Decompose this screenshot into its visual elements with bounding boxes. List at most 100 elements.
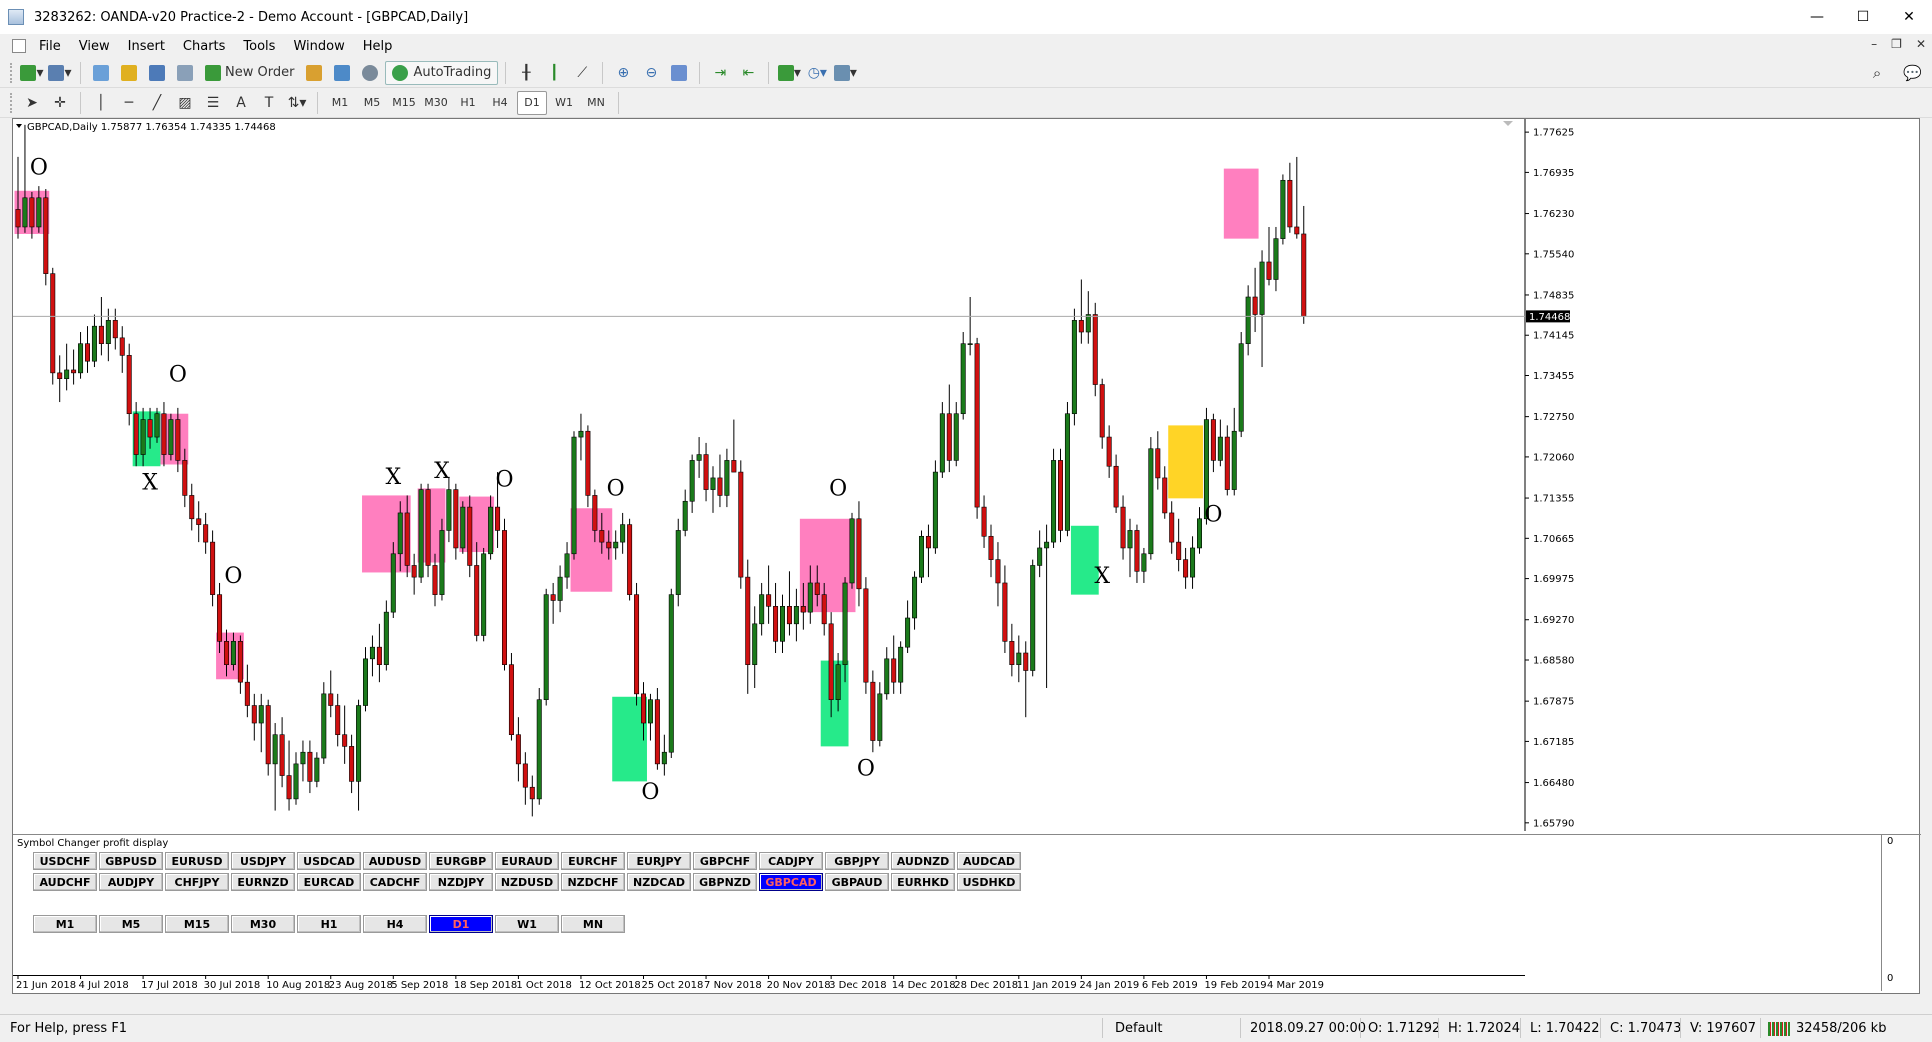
chart-document-icon[interactable] xyxy=(12,39,26,53)
timeframe-m30[interactable]: M30 xyxy=(421,91,451,115)
timeframe-mn[interactable]: MN xyxy=(581,91,611,115)
panel-timeframe-m5[interactable]: M5 xyxy=(99,915,163,933)
panel-timeframe-d1[interactable]: D1 xyxy=(429,915,493,933)
timeframe-h1[interactable]: H1 xyxy=(453,91,483,115)
minimize-button[interactable]: — xyxy=(1794,0,1840,34)
data-window-icon[interactable] xyxy=(116,61,142,85)
chart-shift-icon[interactable]: ⇤ xyxy=(735,61,761,85)
symbol-button-gbpcad[interactable]: GBPCAD xyxy=(759,873,823,891)
crosshair-icon[interactable]: ✛ xyxy=(47,91,73,115)
panel-timeframe-w1[interactable]: W1 xyxy=(495,915,559,933)
price-chart-svg[interactable]: O O X O X X O O O O O X O 1.77625 1.76935 1.76230 1.755… xyxy=(13,119,1921,831)
timeframe-d1[interactable]: D1 xyxy=(517,90,547,115)
symbol-button-eurjpy[interactable]: EURJPY xyxy=(627,852,691,870)
timeframe-m5[interactable]: M5 xyxy=(357,91,387,115)
periods-icon[interactable]: ◷▾ xyxy=(804,61,830,85)
text-icon[interactable]: A xyxy=(228,91,254,115)
timeframe-m1[interactable]: M1 xyxy=(325,91,355,115)
symbol-button-euraud[interactable]: EURAUD xyxy=(495,852,559,870)
new-chart-icon[interactable]: ▾ xyxy=(19,61,45,85)
symbol-button-nzdusd[interactable]: NZDUSD xyxy=(495,873,559,891)
bar-chart-icon[interactable]: ╂ xyxy=(513,61,539,85)
metaeditor-icon[interactable] xyxy=(301,61,327,85)
chart-shift-marker-icon[interactable] xyxy=(1503,121,1513,126)
symbol-button-eurchf[interactable]: EURCHF xyxy=(561,852,625,870)
close-button[interactable]: ✕ xyxy=(1886,0,1932,34)
panel-timeframe-h1[interactable]: H1 xyxy=(297,915,361,933)
trendline-icon[interactable]: ╱ xyxy=(144,91,170,115)
maximize-button[interactable]: ☐ xyxy=(1840,0,1886,34)
symbol-button-cadjpy[interactable]: CADJPY xyxy=(759,852,823,870)
menu-window[interactable]: Window xyxy=(284,39,353,54)
vertical-line-icon[interactable]: │ xyxy=(88,91,114,115)
symbol-button-usdhkd[interactable]: USDHKD xyxy=(957,873,1021,891)
fibonacci-icon[interactable]: ☰ xyxy=(200,91,226,115)
arrows-icon[interactable]: ⇅▾ xyxy=(284,91,310,115)
symbol-button-audnzd[interactable]: AUDNZD xyxy=(891,852,955,870)
status-profile[interactable]: Default xyxy=(1115,1021,1163,1036)
symbol-button-eurnzd[interactable]: EURNZD xyxy=(231,873,295,891)
symbol-button-audjpy[interactable]: AUDJPY xyxy=(99,873,163,891)
panel-timeframe-mn[interactable]: MN xyxy=(561,915,625,933)
price-chart[interactable]: O O X O X X O O O O O X O 1.77625 1.76935 1.76230 1.755… xyxy=(13,119,1921,831)
zoom-out-icon[interactable]: ⊖ xyxy=(638,61,664,85)
timeframe-h4[interactable]: H4 xyxy=(485,91,515,115)
mdi-restore-button[interactable]: ❐ xyxy=(1891,37,1902,51)
symbol-button-gbpchf[interactable]: GBPCHF xyxy=(693,852,757,870)
symbol-button-gbpnzd[interactable]: GBPNZD xyxy=(693,873,757,891)
search-icon[interactable]: ⌕ xyxy=(1873,64,1881,82)
chat-icon[interactable]: 💬 xyxy=(1903,64,1922,82)
autotrading-button[interactable]: AutoTrading xyxy=(385,60,499,85)
menu-tools[interactable]: Tools xyxy=(234,39,284,54)
panel-timeframe-m1[interactable]: M1 xyxy=(33,915,97,933)
candlestick-chart-icon[interactable]: ┃ xyxy=(541,61,567,85)
timeframe-w1[interactable]: W1 xyxy=(549,91,579,115)
symbol-button-eurcad[interactable]: EURCAD xyxy=(297,873,361,891)
navigator-icon[interactable] xyxy=(144,61,170,85)
symbol-button-usdcad[interactable]: USDCAD xyxy=(297,852,361,870)
horizontal-line-icon[interactable]: ─ xyxy=(116,91,142,115)
mdi-close-button[interactable]: ✕ xyxy=(1916,37,1926,51)
channel-icon[interactable]: ▨ xyxy=(172,91,198,115)
symbol-button-nzdchf[interactable]: NZDCHF xyxy=(561,873,625,891)
indicators-icon[interactable]: ▾ xyxy=(776,61,802,85)
menu-file[interactable]: File xyxy=(30,39,70,54)
profiles-icon[interactable]: ▾ xyxy=(47,61,73,85)
cursor-icon[interactable]: ➤ xyxy=(19,91,45,115)
toolbar-grip[interactable] xyxy=(10,92,14,113)
symbol-button-chfjpy[interactable]: CHFJPY xyxy=(165,873,229,891)
symbol-button-nzdcad[interactable]: NZDCAD xyxy=(627,873,691,891)
menu-insert[interactable]: Insert xyxy=(119,39,174,54)
menu-help[interactable]: Help xyxy=(354,39,402,54)
panel-timeframe-m15[interactable]: M15 xyxy=(165,915,229,933)
panel-timeframe-h4[interactable]: H4 xyxy=(363,915,427,933)
symbol-button-usdjpy[interactable]: USDJPY xyxy=(231,852,295,870)
symbol-button-cadchf[interactable]: CADCHF xyxy=(363,873,427,891)
text-label-icon[interactable]: T xyxy=(256,91,282,115)
mdi-minimize-button[interactable]: – xyxy=(1871,37,1877,51)
market-watch-icon[interactable] xyxy=(88,61,114,85)
timeframe-m15[interactable]: M15 xyxy=(389,91,419,115)
toolbar-grip[interactable] xyxy=(10,62,14,83)
symbol-button-nzdjpy[interactable]: NZDJPY xyxy=(429,873,493,891)
menu-charts[interactable]: Charts xyxy=(174,39,235,54)
symbol-button-eurhkd[interactable]: EURHKD xyxy=(891,873,955,891)
terminal-icon[interactable] xyxy=(172,61,198,85)
symbol-button-eurgbp[interactable]: EURGBP xyxy=(429,852,493,870)
zoom-in-icon[interactable]: ⊕ xyxy=(610,61,636,85)
tile-windows-icon[interactable] xyxy=(666,61,692,85)
market-icon[interactable] xyxy=(357,61,383,85)
auto-scroll-icon[interactable]: ⇥ xyxy=(707,61,733,85)
symbol-button-audchf[interactable]: AUDCHF xyxy=(33,873,97,891)
symbol-button-gbpaud[interactable]: GBPAUD xyxy=(825,873,889,891)
line-chart-icon[interactable]: ⟋ xyxy=(569,61,595,85)
panel-timeframe-m30[interactable]: M30 xyxy=(231,915,295,933)
templates-icon[interactable]: ▾ xyxy=(832,61,858,85)
symbol-button-audusd[interactable]: AUDUSD xyxy=(363,852,427,870)
symbol-button-gbpjpy[interactable]: GBPJPY xyxy=(825,852,889,870)
symbol-button-usdchf[interactable]: USDCHF xyxy=(33,852,97,870)
signals-icon[interactable] xyxy=(329,61,355,85)
menu-view[interactable]: View xyxy=(70,39,119,54)
symbol-button-gbpusd[interactable]: GBPUSD xyxy=(99,852,163,870)
connection-status-icon[interactable] xyxy=(1768,1022,1790,1036)
